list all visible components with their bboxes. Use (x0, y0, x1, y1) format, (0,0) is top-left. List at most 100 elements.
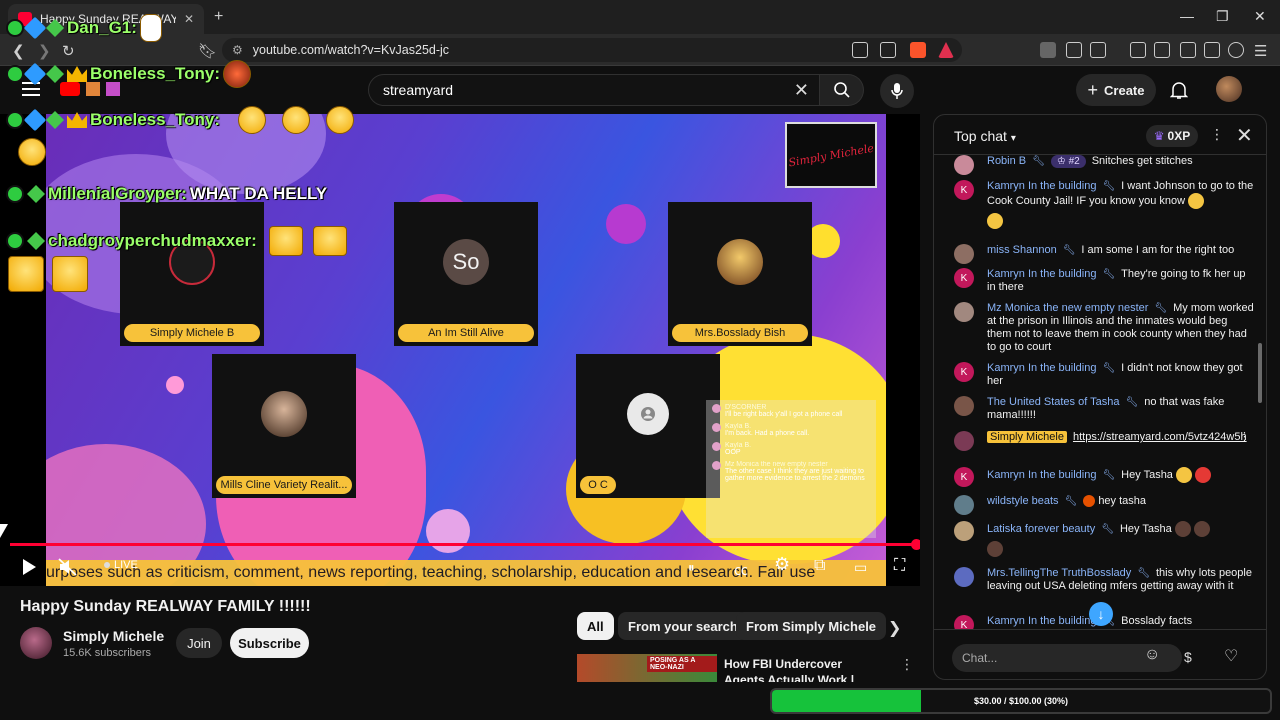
recommended-thumbnail[interactable]: POSING AS A NEO-NAZI (577, 654, 717, 682)
back-icon[interactable]: ❮ (12, 42, 25, 60)
recommended-title[interactable]: How FBI Undercover Agents Actually Work … (724, 656, 874, 682)
chat-author: Robin B (987, 155, 1027, 167)
chat-message[interactable]: K Kamryn In the building 🔧︎ They're going t… (954, 268, 1254, 294)
settings-gear-icon[interactable]: ⚙ (774, 554, 790, 575)
notifications-bell-icon[interactable] (1170, 80, 1188, 100)
xp-badge[interactable]: ♛ 0XP (1146, 125, 1198, 147)
reload-icon[interactable]: ↻ (62, 42, 75, 60)
close-tab-icon[interactable]: ✕ (184, 12, 194, 26)
maximize-icon[interactable]: ❐ (1216, 8, 1229, 25)
minimize-icon[interactable]: — (1180, 8, 1194, 24)
chat-mode-dropdown[interactable]: Top chat ▾ (954, 128, 1016, 144)
vpn-icon[interactable] (1228, 42, 1244, 58)
chip-from-channel[interactable]: From Simply Michele (736, 612, 887, 640)
emoji-picker-icon[interactable]: ☺ (1144, 646, 1160, 664)
overlay-chat-line: Dan_G1: (6, 14, 162, 42)
overlay-chat-user: Dan_G1: (67, 18, 137, 37)
brave-shields-icon[interactable] (910, 42, 926, 58)
chat-message[interactable]: Mrs.TellingThe TruthBosslady 🔧︎ this why l… (954, 567, 1254, 593)
wallet-icon[interactable] (1180, 42, 1196, 58)
chat-author: Kamryn In the building (987, 180, 1097, 192)
chat-message[interactable]: The United States of Tasha 🔧︎ no that was … (954, 396, 1254, 422)
window-close-icon[interactable]: ✕ (1254, 8, 1266, 25)
more-options-icon[interactable]: ⋮ (900, 656, 914, 673)
chat-message[interactable]: K Kamryn In the building 🔧︎ I want Johnson … (954, 180, 1254, 229)
subscribe-button[interactable]: Subscribe (230, 628, 309, 658)
scrubber-handle[interactable] (911, 539, 920, 550)
overlay-chat-line: Boneless_Tony: (6, 106, 355, 134)
chat-message[interactable]: wildstyle beats 🔧︎ hey tasha (954, 495, 1254, 515)
miniplayer-icon[interactable]: ⧉ (814, 557, 825, 575)
captions-icon[interactable]: ㏄ (734, 560, 748, 580)
chat-text: Bosslady facts (1121, 615, 1193, 627)
address-bar[interactable]: ⚙ youtube.com/watch?v=KvJas25d-jc (222, 38, 962, 62)
wrench-icon: 🔧︎ (1102, 469, 1116, 481)
play-icon[interactable] (20, 558, 38, 576)
bookmark-icon[interactable]: 🔖︎ (198, 42, 217, 60)
extensions-icon[interactable] (1066, 42, 1082, 58)
live-indicator[interactable]: LIVE (104, 559, 138, 571)
browser-menu-icon[interactable]: ☰ (1254, 42, 1267, 60)
search-query: streamyard (383, 82, 454, 98)
chat-link[interactable]: https://streamyard.com/5vtz424w5h (1073, 431, 1247, 443)
heart-react-icon[interactable]: ♡ (1224, 646, 1238, 666)
new-tab-icon[interactable]: + (214, 8, 223, 26)
wave-emoji-icon (1176, 467, 1192, 483)
chat-scrollbar[interactable] (1258, 343, 1262, 403)
chip-all[interactable]: All (577, 612, 614, 640)
theater-mode-icon[interactable]: ▭ (854, 559, 867, 576)
cast-icon[interactable] (852, 42, 868, 58)
fullscreen-icon[interactable]: ⛶ (894, 557, 905, 575)
channel-avatar[interactable] (20, 627, 52, 659)
screenshot-icon[interactable] (1090, 42, 1106, 58)
extension-1-icon[interactable] (1040, 42, 1056, 58)
chat-message[interactable]: miss Shannon 🔧︎ I am some I am for the rig… (954, 244, 1254, 264)
live-dot-icon (104, 562, 110, 568)
chat-message[interactable]: K Kamryn In the building 🔧︎ I didn't not kn… (954, 362, 1254, 388)
search-input[interactable]: streamyard ✕ (368, 74, 820, 106)
scroll-to-bottom-button[interactable]: ↓ (1089, 602, 1113, 626)
autoplay-toggle[interactable]: ⏸ (688, 560, 695, 576)
sidebar-icon[interactable] (1154, 42, 1170, 58)
emote-icon (52, 256, 88, 292)
chat-message[interactable]: Simply Michele https://streamyard.com/5vt… (954, 431, 1254, 451)
wrench-icon: 🔧︎ (1064, 496, 1078, 507)
chat-author: Latiska forever beauty (987, 522, 1096, 535)
clear-search-icon[interactable]: ✕ (794, 80, 809, 101)
chevron-right-icon[interactable]: ❯ (888, 618, 901, 638)
join-button[interactable]: Join (176, 628, 222, 658)
raised-hand-emoji-icon (1174, 521, 1191, 537)
overlay-chat-line: chadgroyperchudmaxxer: (6, 226, 347, 256)
chip-from-your-search[interactable]: From your search (618, 612, 748, 640)
leo-ai-icon[interactable] (1204, 42, 1220, 58)
chat-input-bar: Chat... ☺ $ ♡ (934, 629, 1266, 679)
forward-icon[interactable]: ❯ (38, 42, 51, 60)
share-icon[interactable] (880, 42, 896, 58)
create-button[interactable]: + Create (1076, 74, 1156, 106)
chat-text: Hey Tasha (1119, 522, 1172, 535)
site-info-icon[interactable]: ⚙ (232, 43, 243, 57)
super-chat-icon[interactable]: $ (1184, 649, 1192, 665)
overlay-chat-user: Boneless_Tony: (90, 110, 221, 129)
rank-badge: ♔ #2 (1050, 155, 1086, 168)
chat-message[interactable]: K Kamryn In the building 🔧︎ Hey Tasha (954, 467, 1254, 487)
laughing-emoji-icon (238, 106, 267, 134)
stream-chat-overlay: D'SCORNER I'll be right back y'all I got … (706, 400, 876, 538)
close-chat-icon[interactable]: ✕ (1236, 123, 1253, 148)
search-button[interactable] (820, 74, 864, 106)
voice-search-button[interactable] (880, 74, 914, 108)
chat-message[interactable]: Mz Monica the new empty nester 🔧︎ My mom w… (954, 302, 1254, 354)
message-more-icon[interactable]: ⋮ (1239, 431, 1250, 444)
chat-message[interactable]: Latiska forever beauty 🔧︎ Hey Tasha (954, 521, 1254, 557)
mute-icon[interactable] (58, 558, 78, 576)
channel-name[interactable]: Simply Michele (63, 628, 164, 644)
chat-message[interactable]: Robin B 🔧︎ ♔ #2 Snitches get stitches (954, 155, 1254, 175)
progress-bar[interactable] (10, 539, 920, 550)
user-avatar[interactable] (1216, 76, 1242, 102)
chat-more-icon[interactable]: ⋮ (1210, 126, 1224, 143)
arrow-down-icon: ↓ (1097, 606, 1105, 622)
overlay-emote-row (18, 138, 46, 169)
create-label: Create (1104, 82, 1145, 98)
participant-name: Mills Cline Variety Realit... (216, 476, 352, 494)
media-icon[interactable] (1130, 42, 1146, 58)
